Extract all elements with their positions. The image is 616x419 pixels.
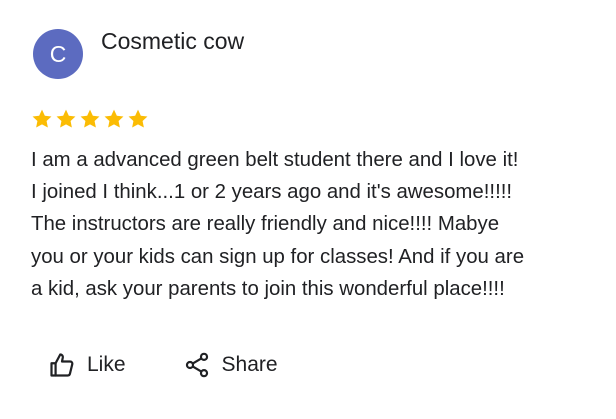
- author-name[interactable]: Cosmetic cow: [101, 27, 244, 55]
- review-text-line: a kid, ask your parents to join this won…: [31, 277, 505, 300]
- star-icon: [80, 109, 100, 128]
- avatar-initial: C: [49, 40, 67, 67]
- star-rating: [31, 108, 149, 130]
- share-icon: [183, 351, 211, 379]
- like-button[interactable]: Like: [48, 348, 126, 382]
- thumb-up-icon: [48, 351, 76, 379]
- star-icon: [128, 109, 148, 128]
- review-card: C Cosmetic cow I am a advanced green bel…: [0, 0, 616, 419]
- like-label: Like: [87, 353, 126, 376]
- review-text-line: I am a advanced green belt student there…: [31, 149, 519, 171]
- share-button[interactable]: Share: [183, 348, 278, 382]
- review-text: I am a advanced green belt student there…: [31, 144, 597, 305]
- review-text-line: you or your kids can sign up for classes…: [31, 245, 525, 268]
- avatar[interactable]: C: [33, 29, 83, 79]
- share-label: Share: [221, 353, 278, 376]
- star-icon: [104, 109, 124, 128]
- review-text-line: I joined I think...1 or 2 years ago and …: [31, 181, 513, 204]
- star-icon: [32, 109, 52, 128]
- review-text-line: The instructors are really friendly and …: [31, 213, 500, 236]
- review-actions: Like Share: [48, 348, 278, 382]
- star-icon: [56, 109, 76, 128]
